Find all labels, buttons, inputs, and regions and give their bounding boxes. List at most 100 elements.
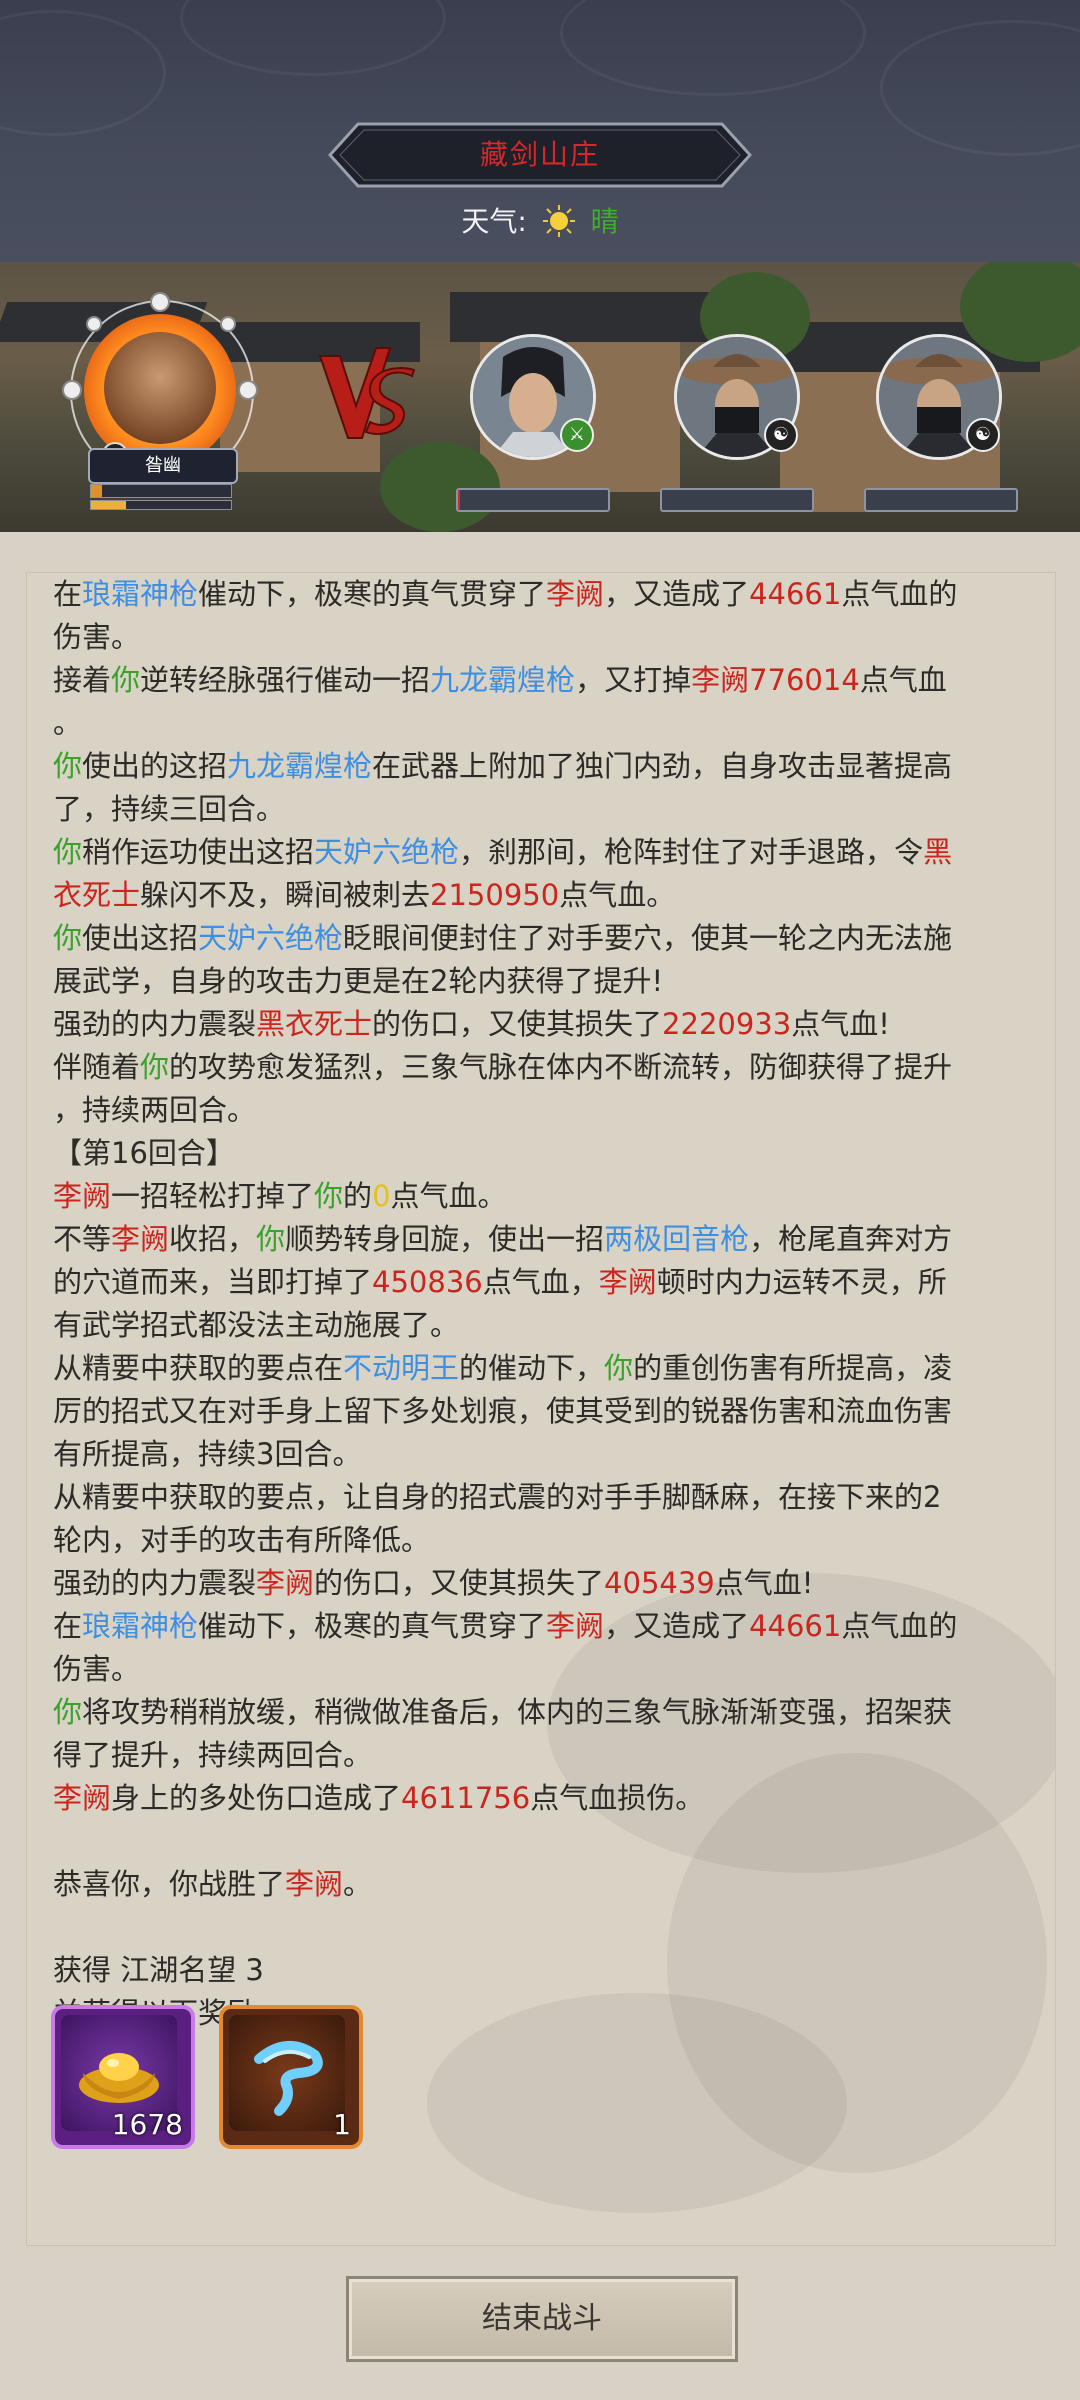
enemy-avatar-1[interactable]: ⚔	[470, 334, 596, 460]
log-segment: 4611756	[401, 1781, 531, 1815]
log-segment: 恭喜你，你战胜了	[53, 1867, 286, 1901]
reward-count: 1	[333, 2108, 351, 2141]
log-segment: 获得 江湖名望 3	[53, 1953, 264, 1987]
log-segment: 使出这招	[82, 921, 199, 955]
log-segment: 点气血的	[841, 577, 958, 611]
log-segment: 的穴道而来，当即打掉了	[53, 1265, 373, 1299]
log-line: 强劲的内力震裂李阙的伤口，又使其损失了405439点气血!	[53, 1562, 1043, 1605]
log-segment: 两极回音枪	[604, 1222, 750, 1256]
end-battle-button[interactable]: 结束战斗	[346, 2276, 738, 2362]
log-line: 得了提升，持续两回合。	[53, 1734, 1043, 1777]
log-segment: ，又造成了	[604, 1609, 750, 1643]
header: 藏剑山庄 天气: 晴	[0, 0, 1080, 262]
player-portrait	[104, 332, 216, 444]
log-segment: ，又造成了	[604, 577, 750, 611]
log-segment: 衣死士	[53, 878, 141, 912]
log-segment: 不等	[53, 1222, 112, 1256]
log-segment: 点气血。	[559, 878, 676, 912]
log-segment: 你	[53, 749, 83, 783]
log-line: 强劲的内力震裂黑衣死士的伤口，又使其损失了2220933点气血!	[53, 1003, 1043, 1046]
reward-item-swirl[interactable]: 1	[219, 2005, 363, 2149]
log-segment: 李阙	[546, 1609, 605, 1643]
log-segment: 九龙霸煌枪	[227, 749, 373, 783]
yinyang-icon: ☯	[764, 418, 798, 452]
log-line: 你将攻势稍稍放缓，稍微做准备后，体内的三象气脉渐渐变强，招架获	[53, 1691, 1043, 1734]
log-segment: 伴随着	[53, 1050, 141, 1084]
log-segment: 有所提高，持续3回合。	[53, 1437, 362, 1471]
log-segment: 逆转经脉强行催动一招	[140, 663, 431, 697]
log-segment: 顺势转身回旋，使出一招	[285, 1222, 605, 1256]
enemy-avatar-3[interactable]: ☯	[876, 334, 1002, 460]
log-line: 厉的招式又在对手身上留下多处划痕，使其受到的锐器伤害和流血伤害	[53, 1390, 1043, 1433]
log-segment: ，刹那间，枪阵封住了对手退路，令	[459, 835, 924, 869]
log-segment: 你	[111, 663, 141, 697]
weather-label: 天气:	[461, 205, 527, 238]
log-segment: 强劲的内力震裂	[53, 1566, 257, 1600]
weather-row: 天气: 晴	[0, 200, 1080, 240]
location-title: 藏剑山庄	[479, 138, 600, 171]
sun-icon	[542, 204, 576, 238]
battle-banner: ☯ 昝幽 VS ⚔	[0, 262, 1080, 532]
log-segment: 琅霜神枪	[82, 577, 199, 611]
player-name: 昝幽	[88, 448, 238, 484]
log-segment: 身上的多处伤口造成了	[111, 1781, 402, 1815]
log-line: 了，持续三回合。	[53, 788, 1043, 831]
log-segment: 将攻势稍稍放缓，稍微做准备后，体内的三象气脉渐渐变强，招架获	[82, 1695, 953, 1729]
reward-items: 1678 1	[51, 2005, 451, 2149]
log-segment: 在	[53, 1609, 83, 1643]
log-line: 你使出这招天妒六绝枪眨眼间便封住了对手要穴，使其一轮之内无法施	[53, 917, 1043, 960]
log-segment: 你	[53, 1695, 83, 1729]
log-segment: 不动明王	[343, 1351, 460, 1385]
log-segment: 天妒六绝枪	[314, 835, 460, 869]
log-segment: 【第16回合】	[53, 1136, 235, 1170]
log-segment: 李阙	[256, 1566, 315, 1600]
log-segment: 点气血。	[390, 1179, 507, 1213]
log-segment: 稍作运功使出这招	[82, 835, 315, 869]
log-segment: 顿时内力运转不灵，所	[656, 1265, 947, 1299]
log-segment: 李阙776014	[691, 663, 860, 697]
log-segment: 2150950	[430, 878, 560, 912]
log-segment: 琅霜神枪	[82, 1609, 199, 1643]
log-segment: 你	[53, 921, 83, 955]
log-line: 展武学，自身的攻击力更是在2轮内获得了提升!	[53, 960, 1043, 1003]
log-segment: 450836	[372, 1265, 483, 1299]
log-line: 获得 江湖名望 3	[53, 1949, 1043, 1992]
log-segment: 44661	[749, 1609, 842, 1643]
log-line: 不等李阙收招，你顺势转身回旋，使出一招两极回音枪，枪尾直奔对方	[53, 1218, 1043, 1261]
log-segment: 黑	[923, 835, 953, 869]
log-segment: 。	[53, 706, 83, 740]
battle-log[interactable]: 在琅霜神枪催动下，极寒的真气贯穿了李阙，又造成了44661点气血的 伤害。 接着你逆…	[26, 572, 1056, 2246]
log-segment: 从精要中获取的要点，让自身的招式震的对手手脚酥麻，在接下来的2	[53, 1480, 942, 1514]
log-segment: 强劲的内力震裂	[53, 1007, 257, 1041]
log-line: 李阙身上的多处伤口造成了4611756点气血损伤。	[53, 1777, 1043, 1820]
player-hp-bar	[90, 484, 232, 498]
log-segment: 你	[140, 1050, 170, 1084]
log-segment: 眨眼间便封住了对手要穴，使其一轮之内无法施	[343, 921, 953, 955]
log-segment: 厉的招式又在对手身上留下多处划痕，使其受到的锐器伤害和流血伤害	[53, 1394, 953, 1428]
log-line: 恭喜你，你战胜了李阙。	[53, 1863, 1043, 1906]
enemy-avatar-2[interactable]: ☯	[674, 334, 800, 460]
log-segment: 轮内，对手的攻击有所降低。	[53, 1523, 431, 1557]
log-line: 从精要中获取的要点在不动明王的催动下，你的重创伤害有所提高，凌	[53, 1347, 1043, 1390]
log-segment: 44661	[749, 577, 842, 611]
reward-item-gold[interactable]: 1678	[51, 2005, 195, 2149]
log-line: 你使出的这招九龙霸煌枪在武器上附加了独门内劲，自身攻击显著提高	[53, 745, 1043, 788]
log-line: 【第16回合】	[53, 1132, 1043, 1175]
log-line: 有武学招式都没法主动施展了。	[53, 1304, 1043, 1347]
log-segment: 躲闪不及，瞬间被刺去	[140, 878, 431, 912]
log-segment: 接着	[53, 663, 112, 697]
log-segment: 你	[604, 1351, 634, 1385]
log-segment: 伤害。	[53, 1652, 141, 1686]
enemy-hp-bar-2	[660, 488, 814, 512]
log-segment: 点气血，	[482, 1265, 599, 1299]
log-segment: ，枪尾直奔对方	[749, 1222, 953, 1256]
log-line: 在琅霜神枪催动下，极寒的真气贯穿了李阙，又造成了44661点气血的	[53, 1605, 1043, 1648]
log-line: ，持续两回合。	[53, 1089, 1043, 1132]
log-segment: 李阙	[111, 1222, 170, 1256]
log-segment: 点气血!	[714, 1566, 814, 1600]
log-segment: 点气血!	[791, 1007, 890, 1041]
log-line: 从精要中获取的要点，让自身的招式震的对手手脚酥麻，在接下来的2	[53, 1476, 1043, 1519]
log-segment: 你	[314, 1179, 344, 1213]
log-segment: 的	[343, 1179, 373, 1213]
